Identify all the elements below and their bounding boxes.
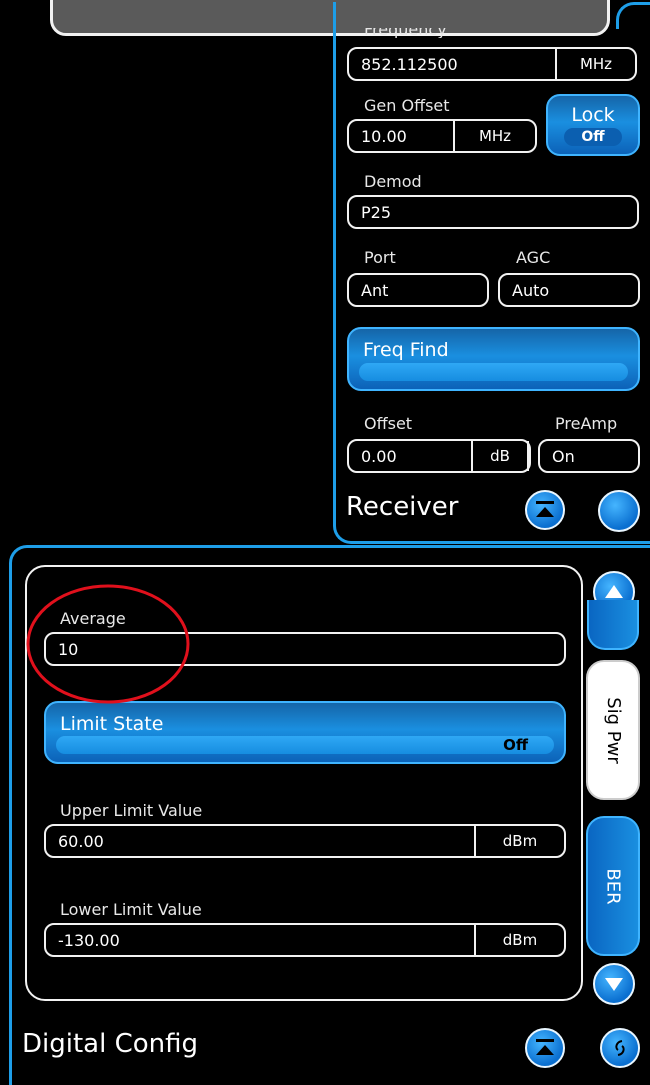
gen-offset-value: 10.00: [361, 126, 407, 146]
freq-find-bar: [359, 363, 628, 381]
freq-find-button[interactable]: Freq Find: [347, 327, 640, 391]
lock-label: Lock: [571, 104, 615, 126]
arrow-down-icon: [605, 978, 623, 991]
upper-limit-label: Upper Limit Value: [60, 801, 203, 820]
receiver-collapse-button[interactable]: [525, 490, 565, 530]
limit-state-bar: [56, 736, 554, 754]
lower-limit-unit: dBm: [474, 925, 564, 955]
gen-offset-field[interactable]: 10.00 MHz: [347, 119, 537, 153]
freq-find-label: Freq Find: [363, 339, 449, 361]
offset-field[interactable]: 0.00 dB: [347, 439, 531, 473]
tab-ber[interactable]: BER: [586, 816, 640, 956]
digital-config-collapse-button[interactable]: [525, 1028, 565, 1068]
offset-value: 0.00: [361, 446, 397, 466]
port-value: Ant: [361, 280, 389, 300]
lower-limit-value: -130.00: [58, 930, 120, 950]
receiver-title: Receiver: [346, 492, 459, 522]
receiver-circle-button[interactable]: [598, 490, 640, 532]
preamp-label: PreAmp: [555, 414, 618, 433]
demod-label: Demod: [364, 172, 422, 191]
receiver-panel-corner: [616, 2, 650, 29]
annotation-circle: [26, 584, 190, 704]
frequency-field[interactable]: 852.112500 MHz: [347, 47, 637, 81]
tab-partial-top[interactable]: [587, 600, 639, 650]
limit-state-label: Limit State: [60, 713, 164, 735]
preamp-field[interactable]: On: [538, 439, 640, 473]
demod-value: P25: [361, 202, 392, 222]
lower-limit-field[interactable]: -130.00 dBm: [44, 923, 566, 957]
port-field[interactable]: Ant: [347, 273, 489, 307]
offset-unit: dB: [471, 441, 529, 471]
frequency-label: Frequency: [364, 28, 447, 38]
agc-label: AGC: [516, 248, 551, 267]
tab-sig-pwr[interactable]: Sig Pwr: [586, 660, 640, 800]
arrow-up-icon: [605, 585, 623, 598]
demod-field[interactable]: P25: [347, 195, 639, 229]
link-icon: [615, 1040, 625, 1056]
upper-limit-field[interactable]: 60.00 dBm: [44, 824, 566, 858]
port-label: Port: [364, 248, 396, 267]
lower-limit-label: Lower Limit Value: [60, 900, 202, 919]
upper-limit-unit: dBm: [474, 826, 564, 856]
agc-value: Auto: [512, 280, 550, 300]
tab-scroll-down-button[interactable]: [593, 963, 635, 1005]
frequency-unit: MHz: [555, 49, 635, 79]
collapse-up-icon: [536, 501, 554, 517]
lock-button[interactable]: Lock Off: [546, 94, 640, 156]
agc-field[interactable]: Auto: [498, 273, 640, 307]
tab-ber-label: BER: [602, 867, 624, 905]
collapse-up-icon: [536, 1039, 554, 1055]
digital-config-link-button[interactable]: [600, 1028, 640, 1068]
limit-state-button[interactable]: Limit State Off: [44, 701, 566, 764]
gen-offset-unit: MHz: [453, 121, 535, 151]
preamp-value: On: [552, 446, 575, 466]
tab-sig-pwr-label: Sig Pwr: [602, 696, 624, 764]
gen-offset-label: Gen Offset: [364, 96, 450, 115]
offset-label: Offset: [364, 414, 413, 433]
upper-limit-value: 60.00: [58, 831, 104, 851]
frequency-value: 852.112500: [361, 54, 458, 74]
limit-state-value: Off: [503, 736, 528, 754]
digital-config-title: Digital Config: [22, 1029, 199, 1059]
lock-state: Off: [564, 128, 622, 146]
